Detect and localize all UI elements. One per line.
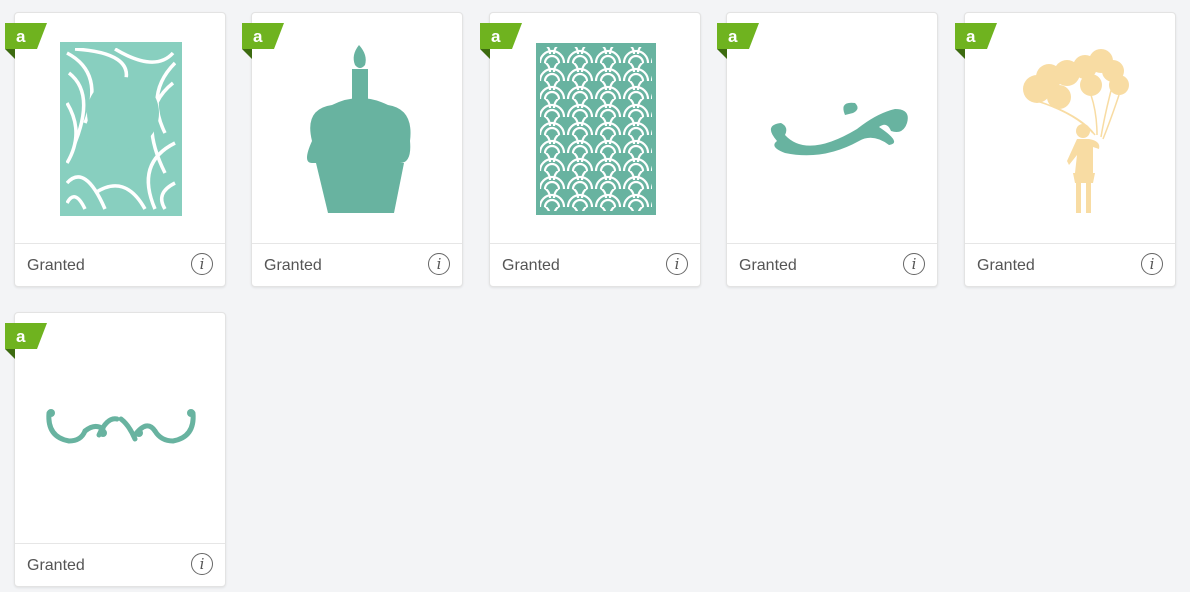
access-badge-icon: a [480, 23, 522, 59]
info-icon[interactable]: i [1141, 253, 1163, 275]
card-footer: Granted i [727, 243, 937, 286]
access-badge-icon: a [955, 23, 997, 59]
svg-text:a: a [491, 27, 501, 46]
info-icon[interactable]: i [191, 253, 213, 275]
status-label: Granted [264, 257, 322, 274]
image-card[interactable]: a Granted i [242, 12, 463, 287]
card-footer: Granted i [15, 243, 225, 286]
image-card[interactable]: a Granted i [480, 12, 701, 287]
svg-text:a: a [966, 27, 976, 46]
card-footer: Granted i [490, 243, 700, 286]
svg-text:a: a [16, 27, 26, 46]
svg-text:a: a [16, 327, 26, 346]
status-label: Granted [739, 257, 797, 274]
image-card[interactable]: a Granted i [5, 12, 226, 287]
access-badge-icon: a [717, 23, 759, 59]
image-card[interactable]: a Granted i [5, 312, 226, 587]
info-icon[interactable]: i [191, 553, 213, 575]
svg-text:a: a [253, 27, 263, 46]
card-footer: Granted i [252, 243, 462, 286]
card-footer: Granted i [965, 243, 1175, 286]
info-icon[interactable]: i [428, 253, 450, 275]
card-footer: Granted i [15, 543, 225, 586]
info-icon[interactable]: i [903, 253, 925, 275]
svg-text:a: a [728, 27, 738, 46]
status-label: Granted [502, 257, 560, 274]
status-label: Granted [27, 557, 85, 574]
access-badge-icon: a [5, 23, 47, 59]
access-badge-icon: a [5, 323, 47, 359]
status-label: Granted [977, 257, 1035, 274]
access-badge-icon: a [242, 23, 284, 59]
status-label: Granted [27, 257, 85, 274]
image-card[interactable]: a Granted i [955, 12, 1176, 287]
info-icon[interactable]: i [666, 253, 688, 275]
image-card[interactable]: a Granted i [717, 12, 938, 287]
